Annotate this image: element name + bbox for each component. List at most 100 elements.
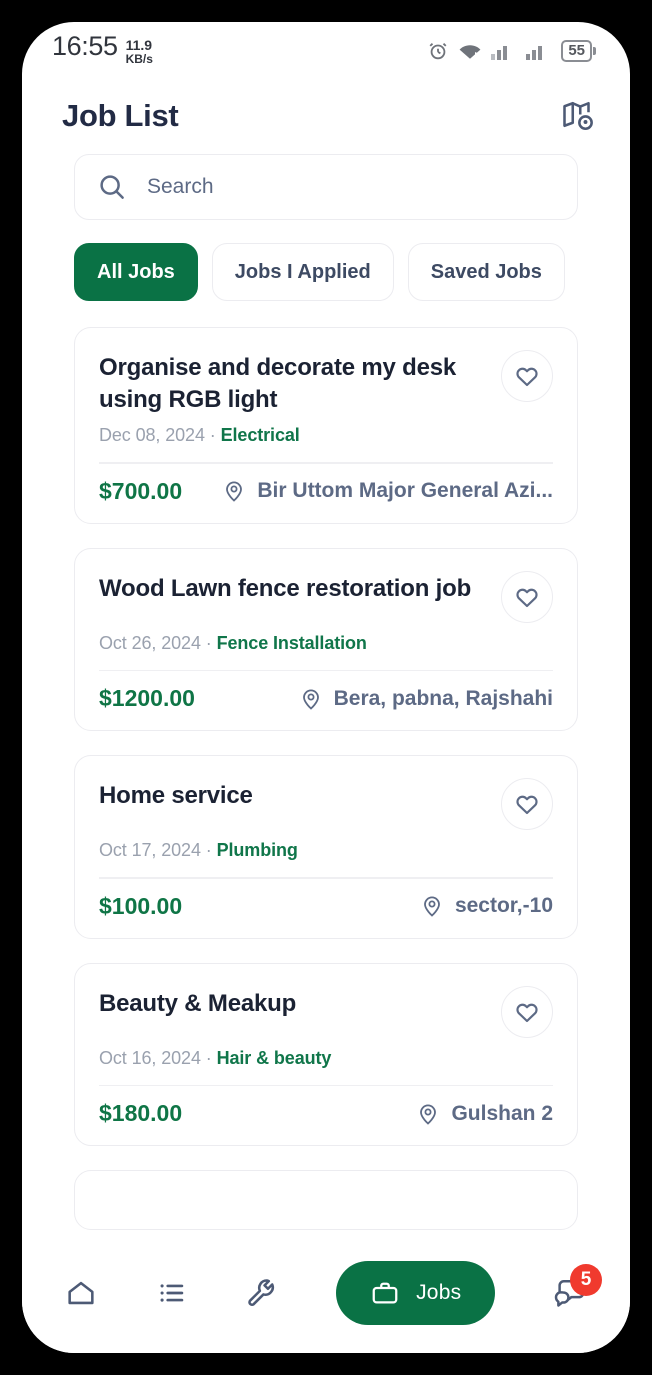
job-meta-separator: · <box>205 840 212 861</box>
heart-icon <box>514 791 540 817</box>
search-placeholder: Search <box>147 175 214 198</box>
heart-icon <box>514 999 540 1025</box>
status-bar-left: 16:55 11.9 KB/s <box>52 31 153 70</box>
job-card[interactable]: Beauty & Meakup Oct 16, 2024 · Hair & be… <box>74 962 578 1147</box>
location-pin-icon <box>299 687 323 711</box>
heart-icon <box>514 363 540 389</box>
job-card-footer: $700.00 Bir Uttom Major General Azi... <box>99 478 553 505</box>
job-category: Fence Installation <box>216 632 367 653</box>
favorite-button[interactable] <box>501 985 553 1038</box>
jobs-pill-label: Jobs <box>416 1281 462 1304</box>
job-card-footer: $1200.00 Bera, pabna, Rajshahi <box>99 685 553 712</box>
job-location-text: Bera, pabna, Rajshahi <box>333 686 553 710</box>
job-price: $1200.00 <box>99 685 195 712</box>
network-speed: 11.9 KB/s <box>126 38 153 65</box>
status-bar-right: 55 <box>427 39 596 63</box>
cellular-signal-icon <box>491 42 517 60</box>
job-card-header: Wood Lawn fence restoration job <box>99 570 553 623</box>
job-list[interactable]: Organise and decorate my desk using RGB … <box>22 301 630 1247</box>
job-title: Organise and decorate my desk using RGB … <box>99 354 457 413</box>
job-title: Home service <box>99 782 253 810</box>
job-meta: Oct 16, 2024 · Hair & beauty <box>99 1048 553 1069</box>
status-bar: 16:55 11.9 KB/s 55 <box>22 22 630 80</box>
wifi-icon <box>458 41 482 61</box>
job-category: Plumbing <box>216 840 298 861</box>
job-meta: Dec 08, 2024 · Electrical <box>99 425 553 446</box>
job-meta-separator: · <box>209 425 216 446</box>
nav-item-home[interactable] <box>64 1276 98 1310</box>
bottom-navigation: Jobs 5 <box>22 1247 630 1353</box>
nav-item-services[interactable] <box>245 1276 279 1310</box>
location-pin-icon <box>222 479 246 503</box>
list-icon <box>155 1276 189 1310</box>
app-header: Job List <box>22 80 630 146</box>
status-clock: 16:55 <box>52 31 118 62</box>
favorite-button[interactable] <box>501 570 553 623</box>
battery-nub <box>593 47 596 55</box>
job-divider <box>99 1084 553 1087</box>
job-location: Gulshan 2 <box>416 1102 553 1126</box>
job-card[interactable]: Wood Lawn fence restoration job Oct 26, … <box>74 547 578 732</box>
job-date: Oct 16, 2024 <box>99 1047 201 1068</box>
job-card-header: Organise and decorate my desk using RGB … <box>99 350 553 415</box>
job-meta-separator: · <box>205 1047 212 1068</box>
job-card-footer: $180.00 Gulshan 2 <box>99 1100 553 1127</box>
job-location-text: sector,-10 <box>454 894 553 918</box>
location-pin-icon <box>420 894 444 918</box>
job-meta: Oct 26, 2024 · Fence Installation <box>99 633 553 654</box>
page-title: Job List <box>62 98 179 133</box>
messages-badge: 5 <box>569 1264 602 1296</box>
filter-chips: All Jobs Jobs I Applied Saved Jobs <box>22 220 630 301</box>
wrench-icon <box>245 1276 279 1310</box>
job-meta: Oct 17, 2024 · Plumbing <box>99 840 553 861</box>
job-divider <box>99 877 553 879</box>
search-input[interactable]: Search <box>74 154 578 220</box>
search-icon <box>97 172 127 202</box>
job-location: Bir Uttom Major General Azi... <box>222 479 553 503</box>
nav-item-jobs[interactable]: Jobs <box>336 1261 496 1325</box>
heart-icon <box>514 584 540 610</box>
filter-chip-jobs-i-applied[interactable]: Jobs I Applied <box>211 243 394 301</box>
job-meta-separator: · <box>205 632 212 653</box>
job-price: $100.00 <box>99 892 183 919</box>
job-date: Dec 08, 2024 <box>99 425 205 446</box>
favorite-button[interactable] <box>501 778 553 831</box>
cellular-signal-icon-secondary <box>526 42 552 60</box>
job-location-text: Gulshan 2 <box>451 1101 553 1125</box>
briefcase-icon <box>370 1278 400 1308</box>
filter-chip-saved-jobs[interactable]: Saved Jobs <box>407 243 565 301</box>
job-price: $180.00 <box>99 1100 183 1127</box>
job-location-text: Bir Uttom Major General Azi... <box>257 479 553 503</box>
job-card[interactable]: Organise and decorate my desk using RGB … <box>74 327 578 524</box>
job-card[interactable]: Home service Oct 17, 2024 · Plumbing $10… <box>74 755 578 939</box>
nav-item-messages[interactable]: 5 <box>552 1264 602 1310</box>
nav-item-list[interactable] <box>155 1276 189 1310</box>
job-date: Oct 17, 2024 <box>99 840 201 861</box>
job-location: sector,-10 <box>420 894 553 918</box>
job-card-header: Beauty & Meakup <box>99 985 553 1038</box>
job-card-header: Home service <box>99 778 553 831</box>
home-icon <box>64 1276 98 1310</box>
job-category: Electrical <box>220 425 300 446</box>
network-speed-value: 11.9 <box>125 37 153 54</box>
job-card-footer: $100.00 sector,-10 <box>99 893 553 920</box>
network-speed-unit: KB/s <box>125 52 153 67</box>
battery-indicator: 55 <box>561 39 596 63</box>
phone-screen: 16:55 11.9 KB/s 55 Job List Search All J… <box>22 22 630 1353</box>
job-card-partial[interactable] <box>74 1170 578 1231</box>
job-title: Wood Lawn fence restoration job <box>99 574 472 602</box>
favorite-button[interactable] <box>501 350 553 402</box>
job-date: Oct 26, 2024 <box>99 632 201 653</box>
location-pin-icon <box>416 1102 440 1126</box>
job-divider <box>99 669 553 672</box>
jobs-pill[interactable]: Jobs <box>336 1261 496 1325</box>
filter-chip-all-jobs[interactable]: All Jobs <box>74 243 198 301</box>
map-pin-icon[interactable] <box>560 98 596 134</box>
job-price: $700.00 <box>99 477 183 504</box>
job-location: Bera, pabna, Rajshahi <box>299 687 553 711</box>
alarm-clock-icon <box>427 40 449 62</box>
job-divider <box>99 462 553 464</box>
search-section: Search <box>22 146 630 220</box>
battery-level: 55 <box>561 39 592 63</box>
job-category: Hair & beauty <box>216 1047 332 1068</box>
